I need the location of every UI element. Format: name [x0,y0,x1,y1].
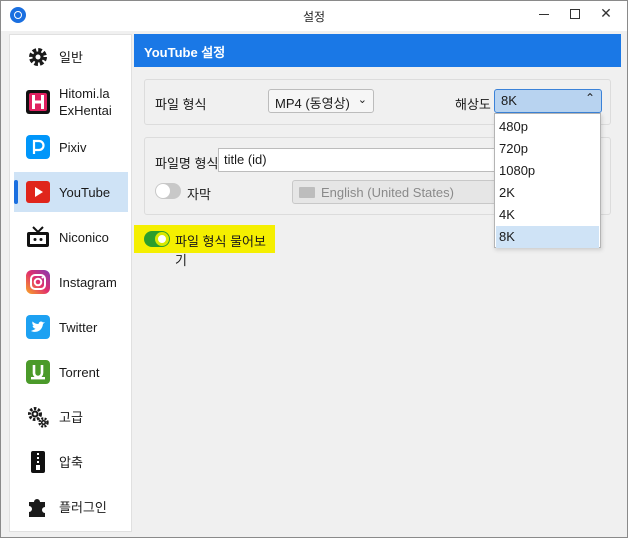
toggle-knob [155,232,169,246]
close-icon: ✕ [600,5,612,21]
niconico-icon [26,225,50,249]
sidebar-item-label: 플러그인 [59,499,107,515]
instagram-icon [26,270,50,294]
ask-format-toggle[interactable] [144,231,170,247]
minimize-icon [539,14,549,16]
active-indicator [14,180,18,204]
sidebar-item-label: YouTube [59,184,111,200]
label-line1: Hitomi.la [59,86,110,101]
sidebar-item-label: Instagram [59,274,117,290]
puzzle-icon [26,495,50,519]
title-bar[interactable]: 설정 ✕ [1,1,627,31]
sidebar: 일반 Hitomi.la ExHentai Pixiv YouTube Nico… [9,34,132,532]
close-button[interactable]: ✕ [591,1,621,27]
label-line2: ExHentai [59,103,112,118]
filename-label: 파일명 형식 [155,156,219,171]
subtitle-language-select[interactable]: English (United States) [292,180,502,204]
sidebar-item-torrent[interactable]: Torrent [14,352,128,392]
ask-format-row[interactable]: 파일 형식 물어보기 [134,225,275,268]
maximize-icon [570,8,580,19]
sidebar-item-instagram[interactable]: Instagram [14,262,128,302]
resolution-option-selected[interactable]: 8K [496,226,599,248]
sidebar-item-general[interactable]: 일반 [14,37,128,77]
resolution-select-value: 8K [501,93,517,108]
format-label: 파일 형식 [155,97,207,112]
resolution-label: 해상도 [455,97,491,112]
resolution-option[interactable]: 720p [496,138,599,160]
sidebar-item-label: Twitter [59,319,98,335]
subtitle-label: 자막 [187,187,211,202]
sidebar-item-label: 압축 [59,454,83,470]
resolution-select[interactable]: 8K ⌃ [494,89,602,113]
sidebar-item-label: 고급 [59,409,83,425]
content-area: YouTube 설정 파일 형식 MP4 (동영상) ⌄ 해상도 8K ⌃ 파일… [134,34,621,532]
sidebar-item-pixiv[interactable]: Pixiv [14,127,128,167]
settings-window: 설정 ✕ 일반 Hitomi.la ExHentai Pixiv YouTube… [0,0,628,538]
sidebar-item-label: Niconico [59,229,109,245]
pixiv-icon [26,135,50,159]
sidebar-item-plugin[interactable]: 플러그인 [14,487,128,527]
maximize-button[interactable] [560,1,590,27]
resolution-option[interactable]: 1080p [496,160,599,182]
sidebar-item-label: Torrent [59,364,100,380]
gear-icon [26,45,50,69]
resolution-option[interactable]: 4K [496,204,599,226]
chevron-down-icon: ⌄ [357,94,367,106]
resolution-option[interactable]: 480p [496,116,599,138]
format-select[interactable]: MP4 (동영상) ⌄ [268,89,374,113]
torrent-icon [26,360,50,384]
resolution-dropdown: 480p 720p 1080p 2K 4K 8K [494,113,601,248]
subtitle-toggle[interactable] [155,183,181,199]
sidebar-item-hitomi[interactable]: Hitomi.la ExHentai [14,82,128,122]
format-select-value: MP4 (동영상) [275,96,350,111]
chevron-up-icon: ⌃ [584,91,595,105]
subtitle-language-value: English (United States) [321,185,454,200]
minimize-button[interactable] [529,1,559,27]
content-header: YouTube 설정 [134,34,621,67]
sidebar-item-label: 일반 [59,49,83,65]
hitomi-icon [26,90,50,114]
sidebar-item-label: Pixiv [59,139,87,155]
sidebar-item-advanced[interactable]: 고급 [14,397,128,437]
resolution-option[interactable]: 2K [496,182,599,204]
sidebar-item-youtube[interactable]: YouTube [14,172,128,212]
toggle-knob [156,184,170,198]
sidebar-item-label: Hitomi.la ExHentai [59,85,112,119]
ask-format-label: 파일 형식 물어보기 [175,234,266,268]
sidebar-item-niconico[interactable]: Niconico [14,217,128,257]
sidebar-item-compress[interactable]: 압축 [14,442,128,482]
gears-icon [26,405,50,429]
flag-icon [299,187,315,198]
page-title: YouTube 설정 [144,45,226,60]
zip-icon [26,450,50,474]
sidebar-item-twitter[interactable]: Twitter [14,307,128,347]
twitter-icon [26,315,50,339]
youtube-icon [26,180,50,204]
